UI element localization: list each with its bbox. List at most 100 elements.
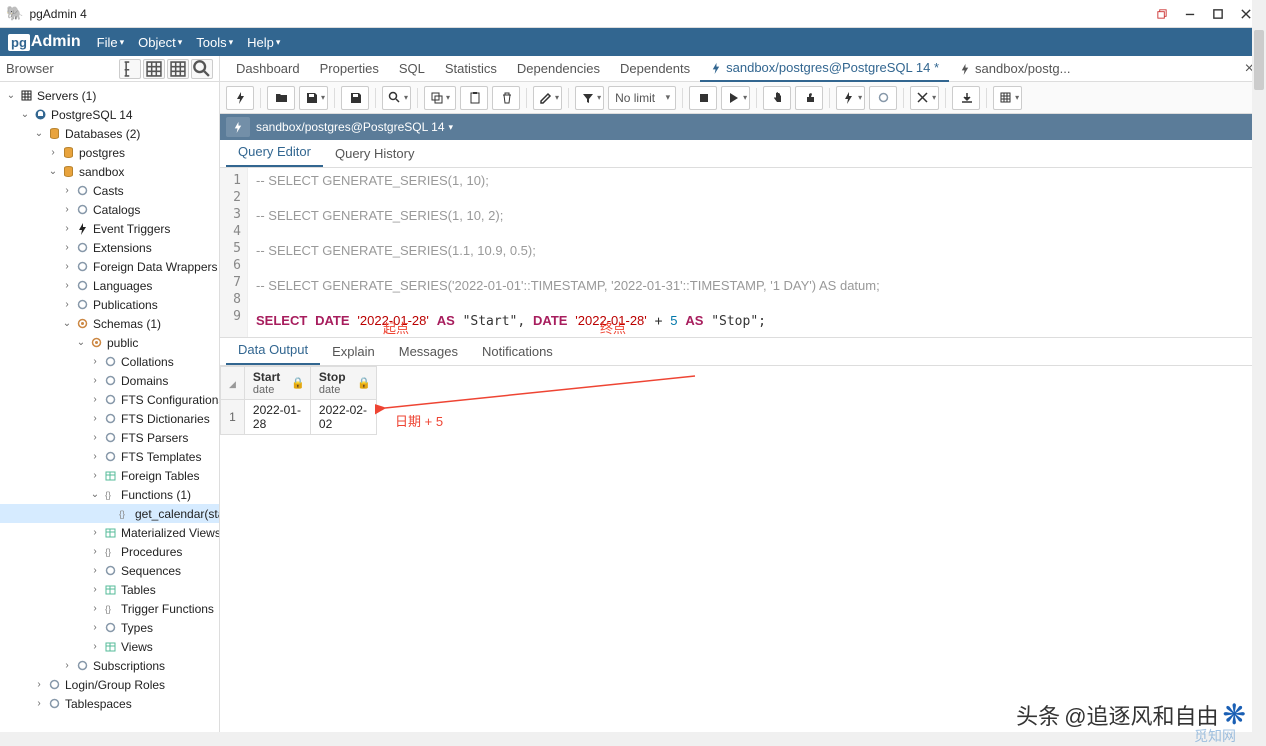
tree-twisty[interactable]: ›: [88, 584, 102, 595]
tb-stop[interactable]: [689, 86, 717, 110]
tree-row[interactable]: ›postgres: [0, 143, 219, 162]
tree-row[interactable]: ›Sequences: [0, 561, 219, 580]
tree-row[interactable]: ⌄Servers (1): [0, 86, 219, 105]
tree-twisty[interactable]: ›: [88, 641, 102, 652]
tree-row[interactable]: ›Extensions: [0, 238, 219, 257]
tb-folder[interactable]: [267, 86, 295, 110]
sql-editor[interactable]: 1 2 3 4 5 6 7 8 9 -- SELECT GENERATE_SER…: [220, 168, 1266, 338]
tree-row[interactable]: ›Materialized Views: [0, 523, 219, 542]
tree-row[interactable]: ›FTS Configurations: [0, 390, 219, 409]
menu-file[interactable]: File▾: [97, 35, 124, 50]
menu-help[interactable]: Help▾: [247, 35, 280, 50]
tree-row[interactable]: ›Tables: [0, 580, 219, 599]
tb-commit[interactable]: [869, 86, 897, 110]
tree-twisty[interactable]: ›: [32, 679, 46, 690]
browser-btn-filter[interactable]: [167, 59, 189, 79]
tree-twisty[interactable]: ›: [88, 546, 102, 557]
outtab-explain[interactable]: Explain: [320, 338, 387, 365]
tb-edit[interactable]: ▾: [533, 86, 562, 110]
tree-twisty[interactable]: ›: [88, 394, 102, 405]
tree-row[interactable]: ›Catalogs: [0, 200, 219, 219]
tb-delete[interactable]: [492, 86, 520, 110]
scrollbar-horizontal[interactable]: [0, 732, 1252, 746]
tree-twisty[interactable]: ⌄: [74, 337, 88, 348]
tb-download[interactable]: [952, 86, 980, 110]
tb-thumb[interactable]: [795, 86, 823, 110]
window-maximize-button[interactable]: [1204, 4, 1232, 24]
tb-explain[interactable]: ▾: [836, 86, 865, 110]
tree-twisty[interactable]: ›: [88, 356, 102, 367]
scrollbar-vertical[interactable]: [1252, 0, 1266, 746]
tree-twisty[interactable]: ⌄: [4, 90, 18, 101]
tree-row[interactable]: ⌄sandbox: [0, 162, 219, 181]
conn-text[interactable]: sandbox/postgres@PostgreSQL 14: [256, 120, 445, 134]
tb-copy[interactable]: ▾: [424, 86, 456, 110]
tree-row[interactable]: ›Foreign Tables: [0, 466, 219, 485]
tree-row[interactable]: ›Domains: [0, 371, 219, 390]
tb-copy-query[interactable]: [341, 86, 369, 110]
object-tree[interactable]: ⌄Servers (1)⌄PostgreSQL 14⌄Databases (2)…: [0, 82, 219, 746]
tree-twisty[interactable]: ›: [32, 698, 46, 709]
tree-row[interactable]: ⌄PostgreSQL 14: [0, 105, 219, 124]
main-tab[interactable]: Dependents: [610, 56, 700, 82]
window-minimize-button[interactable]: [1176, 4, 1204, 24]
tree-row[interactable]: ›Casts: [0, 181, 219, 200]
tb-find[interactable]: ▾: [382, 86, 411, 110]
tb-macro[interactable]: ▾: [993, 86, 1022, 110]
conn-dropdown-icon[interactable]: ▾: [449, 122, 454, 133]
menu-tools[interactable]: Tools▾: [196, 35, 233, 50]
tree-row[interactable]: ›Procedures: [0, 542, 219, 561]
tree-row[interactable]: ›FTS Dictionaries: [0, 409, 219, 428]
tree-row[interactable]: ›Languages: [0, 276, 219, 295]
tree-row[interactable]: ›FTS Templates: [0, 447, 219, 466]
main-tab[interactable]: Dashboard: [226, 56, 310, 82]
tree-twisty[interactable]: ›: [88, 622, 102, 633]
tree-twisty[interactable]: ⌄: [88, 489, 102, 500]
tree-twisty[interactable]: ›: [88, 451, 102, 462]
tb-save[interactable]: ▾: [299, 86, 328, 110]
tb-execute[interactable]: ▾: [721, 86, 750, 110]
tree-row[interactable]: ⌄Schemas (1): [0, 314, 219, 333]
tree-row[interactable]: ›Login/Group Roles: [0, 675, 219, 694]
browser-btn-grid[interactable]: [143, 59, 165, 79]
results-grid[interactable]: ◢Startdate🔒Stopdate🔒12022-01-282022-02-0…: [220, 366, 377, 435]
outtab-notifications[interactable]: Notifications: [470, 338, 565, 365]
tree-twisty[interactable]: ⌄: [46, 166, 60, 177]
tree-twisty[interactable]: ›: [60, 299, 74, 310]
tree-twisty[interactable]: ›: [88, 527, 102, 538]
tree-row[interactable]: ›Views: [0, 637, 219, 656]
tree-twisty[interactable]: ⌄: [18, 109, 32, 120]
browser-btn-props[interactable]: [119, 59, 141, 79]
main-tab[interactable]: sandbox/postgres@PostgreSQL 14 *: [700, 56, 949, 82]
tb-limit-select[interactable]: No limit: [608, 86, 676, 110]
tb-cancel[interactable]: ▾: [910, 86, 939, 110]
tree-twisty[interactable]: ›: [88, 565, 102, 576]
tree-row[interactable]: ⌄Functions (1): [0, 485, 219, 504]
tree-twisty[interactable]: ›: [60, 223, 74, 234]
tree-twisty[interactable]: ›: [88, 432, 102, 443]
tree-row[interactable]: ⌄Databases (2): [0, 124, 219, 143]
tree-row[interactable]: get_calendar(start_: [0, 504, 219, 523]
tree-row[interactable]: ⌄public: [0, 333, 219, 352]
tree-twisty[interactable]: ›: [88, 375, 102, 386]
window-overlay-icon[interactable]: [1148, 4, 1176, 24]
tb-hand[interactable]: [763, 86, 791, 110]
subtab-query-history[interactable]: Query History: [323, 140, 426, 167]
tree-twisty[interactable]: ›: [46, 147, 60, 158]
tb-open[interactable]: [226, 86, 254, 110]
tree-twisty[interactable]: ›: [88, 413, 102, 424]
tree-row[interactable]: ›Subscriptions: [0, 656, 219, 675]
tree-twisty[interactable]: ›: [88, 603, 102, 614]
tree-twisty[interactable]: ›: [60, 204, 74, 215]
tree-row[interactable]: ›Collations: [0, 352, 219, 371]
tree-row[interactable]: ›FTS Parsers: [0, 428, 219, 447]
tree-twisty[interactable]: ⌄: [32, 128, 46, 139]
tree-row[interactable]: ›Event Triggers: [0, 219, 219, 238]
tree-row[interactable]: ›Publications: [0, 295, 219, 314]
browser-btn-search[interactable]: [191, 59, 213, 79]
tree-row[interactable]: ›Trigger Functions: [0, 599, 219, 618]
tree-twisty[interactable]: ›: [60, 280, 74, 291]
tree-twisty[interactable]: ›: [88, 470, 102, 481]
editor-code[interactable]: -- SELECT GENERATE_SERIES(1, 10); -- SEL…: [248, 168, 1266, 337]
tree-twisty[interactable]: ›: [60, 261, 74, 272]
